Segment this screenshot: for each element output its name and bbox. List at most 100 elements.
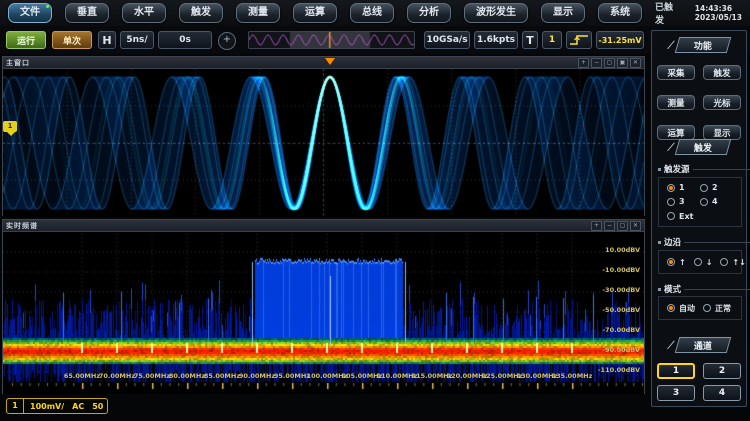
menu-item-2[interactable]: 垂直	[65, 3, 109, 23]
restore-icon[interactable]: ▢	[604, 58, 615, 68]
channel-header-button[interactable]: 通道	[675, 337, 732, 353]
channel1-offset-marker[interactable]: 1	[3, 121, 17, 132]
menu-item-9[interactable]: 波形发生	[464, 3, 528, 23]
menu-item-10[interactable]: 显示	[541, 3, 585, 23]
radio-icon	[667, 198, 675, 206]
trigger-source-option-3[interactable]: 3	[667, 197, 700, 206]
menu-item-8[interactable]: 分析	[407, 3, 451, 23]
channel-button-4[interactable]: 4	[703, 385, 741, 401]
channel-button-1[interactable]: 1	[657, 363, 695, 379]
trigger-slope-button[interactable]	[566, 31, 592, 49]
menu-item-5[interactable]: 测量	[236, 3, 280, 23]
function-header-button[interactable]: 功能	[675, 37, 732, 53]
mode-option-2[interactable]: 正常	[703, 303, 731, 313]
timebase-button[interactable]: 5ns/	[120, 31, 154, 49]
freq-label-3: 75.00MHz	[134, 372, 170, 380]
slash-decoration-icon: ∕	[667, 142, 674, 153]
spectrum-window-title: 实时频谱	[6, 221, 38, 231]
time-text: 14:43:36	[695, 4, 732, 13]
function-button-5[interactable]: 运算	[657, 125, 695, 140]
radio-icon	[700, 198, 708, 206]
main-waveform-window: 主窗口 +−▢▣✕	[2, 56, 645, 216]
trigger-source-option-1[interactable]: 1	[667, 183, 700, 192]
channel-section-header: ∕ 通道	[652, 337, 746, 353]
trigger-position-marker[interactable]	[325, 58, 335, 65]
edge-option-2[interactable]: ↓	[694, 257, 713, 267]
single-button[interactable]: 单次	[52, 31, 92, 49]
edge-options: ↑↓↑↓	[658, 250, 742, 274]
function-button-3[interactable]: 测量	[657, 95, 695, 110]
menu-item-11[interactable]: 系统	[598, 3, 642, 23]
zoom-in-icon[interactable]: +	[591, 221, 602, 231]
db-label-5: -70.00dBV	[602, 326, 640, 334]
menu-item-7[interactable]: 总线	[350, 3, 394, 23]
function-section-header: ∕ 功能	[652, 37, 746, 53]
radio-icon	[667, 212, 675, 220]
trigger-source-option-4[interactable]: 4	[700, 197, 733, 206]
group-bullet-icon	[658, 241, 661, 244]
waveform-preview-strip[interactable]	[248, 31, 415, 49]
menu-item-1[interactable]: 文件	[8, 3, 52, 23]
menu-item-3[interactable]: 水平	[122, 3, 166, 23]
trigger-level-display: -31.25mV	[596, 31, 644, 49]
trigger-button[interactable]: T	[522, 31, 538, 49]
trigger-status-text: 已触发	[655, 0, 681, 26]
minimize-icon[interactable]: −	[604, 221, 615, 231]
edge-option-1[interactable]: ↑	[667, 257, 686, 267]
menu-item-6[interactable]: 运算	[293, 3, 337, 23]
channel-scale: 100mV/	[30, 402, 64, 411]
freq-label-4: 80.00MHz	[169, 372, 205, 380]
group-bullet-icon	[658, 168, 661, 171]
radio-icon	[667, 304, 675, 312]
trigger-header-button[interactable]: 触发	[675, 139, 732, 155]
channel-button-2[interactable]: 2	[703, 363, 741, 379]
close-icon[interactable]: ✕	[630, 58, 641, 68]
freq-label-6: 90.00MHz	[239, 372, 275, 380]
date-text: 2023/05/13	[695, 13, 742, 22]
toolbar: 运行 单次 H 5ns/ 0s + 10GSa/s 1.6kpts T 1 -3…	[0, 26, 750, 54]
function-buttons-grid: 采集触发测量光标运算显示	[652, 65, 746, 140]
channel-coupling: AC	[72, 402, 84, 411]
radio-icon	[694, 258, 702, 266]
freq-label-7: 95.00MHz	[274, 372, 310, 380]
maximize-icon[interactable]: ▣	[617, 58, 628, 68]
channel-button-3[interactable]: 3	[657, 385, 695, 401]
rising-edge-icon	[569, 34, 589, 46]
radio-icon	[667, 258, 675, 266]
channel-settings: 100mV/ AC 50	[24, 402, 103, 411]
spectrum-window-header[interactable]: 实时频谱 +−▢✕	[3, 220, 644, 232]
edge-option-3[interactable]: ↑↓	[720, 257, 745, 267]
horizontal-position-button[interactable]: 0s	[158, 31, 212, 49]
db-label-6: -90.00dBV	[602, 346, 640, 354]
close-icon[interactable]: ✕	[630, 221, 641, 231]
db-label-7: -110.00dBV	[598, 366, 640, 374]
side-panel: ∕ 功能 采集触发测量光标运算显示 ∕ 触发 触发源 1234Ext 边沿 ↑↓…	[651, 30, 747, 407]
status-cluster: 已触发 14:43:36 2023/05/13	[655, 0, 750, 26]
function-button-2[interactable]: 触发	[703, 65, 741, 80]
trigger-source-display[interactable]: 1	[542, 31, 562, 49]
function-button-6[interactable]: 显示	[703, 125, 741, 140]
radio-label: 自动	[679, 303, 695, 314]
horizontal-button[interactable]: H	[98, 31, 116, 49]
function-button-1[interactable]: 采集	[657, 65, 695, 80]
function-button-4[interactable]: 光标	[703, 95, 741, 110]
zoom-search-icon[interactable]: +	[218, 32, 236, 50]
trigger-source-option-2[interactable]: 2	[700, 183, 733, 192]
trigger-source-option-5[interactable]: Ext	[667, 212, 700, 221]
maximize-icon[interactable]: ▢	[617, 221, 628, 231]
trigger-source-options: 1234Ext	[658, 177, 742, 227]
menu-item-4[interactable]: 触发	[179, 3, 223, 23]
clock: 14:43:36 2023/05/13	[695, 4, 742, 22]
zoom-in-icon[interactable]: +	[578, 58, 589, 68]
mode-option-1[interactable]: 自动	[667, 303, 695, 313]
zoom-out-icon[interactable]: −	[591, 58, 602, 68]
db-label-3: -30.00dBV	[602, 286, 640, 294]
main-window-header[interactable]: 主窗口 +−▢▣✕	[3, 57, 644, 69]
channel1-badge[interactable]: 1 100mV/ AC 50	[6, 398, 108, 414]
slash-decoration-icon: ∕	[667, 340, 674, 351]
radio-label: ↑↓	[732, 258, 745, 267]
freq-label-2: 70.00MHz	[99, 372, 135, 380]
radio-label: ↑	[679, 258, 686, 267]
run-button[interactable]: 运行	[6, 31, 46, 49]
memory-depth-display: 1.6kpts	[474, 31, 518, 49]
